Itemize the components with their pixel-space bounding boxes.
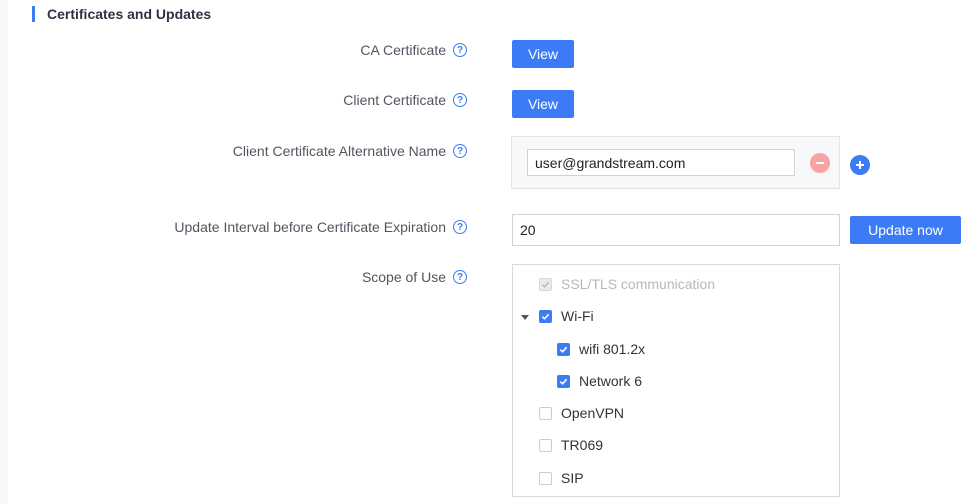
tree-item-ssl-tls: SSL/TLS communication	[539, 276, 715, 292]
tree-item-label: wifi 801.2x	[579, 341, 646, 357]
tree-item-label: TR069	[561, 437, 604, 453]
tree-item-wifi-8021x[interactable]: wifi 801.2x	[557, 341, 645, 357]
ca-certificate-view-button[interactable]: View	[512, 40, 574, 68]
tree-item-label: OpenVPN	[561, 405, 625, 421]
tree-item-label: Network 6	[579, 373, 643, 389]
update-interval-input[interactable]	[512, 214, 840, 246]
alt-name-input[interactable]	[527, 149, 795, 176]
caret-down-icon[interactable]	[521, 315, 529, 320]
network-6-checkbox[interactable]	[557, 374, 570, 388]
tree-item-label: SSL/TLS communication	[561, 276, 716, 292]
tr069-checkbox[interactable]	[539, 438, 552, 452]
wifi-checkbox[interactable]	[539, 309, 552, 323]
ca-certificate-label: CA Certificate	[360, 42, 446, 58]
update-interval-label: Update Interval before Certificate Expir…	[174, 219, 446, 235]
tree-item-openvpn[interactable]: OpenVPN	[539, 405, 624, 421]
client-certificate-label: Client Certificate	[343, 92, 446, 108]
update-now-button[interactable]: Update now	[850, 216, 961, 244]
plus-circle-icon[interactable]	[850, 155, 870, 175]
tree-item-sip[interactable]: SIP	[539, 470, 584, 486]
tree-item-label: Wi-Fi	[561, 308, 594, 324]
alt-name-row: Client Certificate Alternative Name ?	[0, 143, 467, 163]
tree-item-wifi[interactable]: Wi-Fi	[539, 308, 594, 324]
client-certificate-view-button[interactable]: View	[512, 90, 574, 118]
client-certificate-row: Client Certificate ?	[0, 92, 467, 112]
scope-row: Scope of Use ?	[0, 269, 467, 289]
question-circle-icon[interactable]: ?	[453, 43, 467, 57]
sip-checkbox[interactable]	[539, 471, 552, 485]
scope-label: Scope of Use	[361, 269, 446, 285]
wifi-8021x-checkbox[interactable]	[557, 342, 570, 356]
tree-item-label: SIP	[561, 470, 584, 486]
ca-certificate-row: CA Certificate ?	[0, 42, 467, 62]
check-icon	[559, 346, 568, 353]
question-circle-icon[interactable]: ?	[453, 270, 467, 284]
ssl-tls-checkbox	[539, 277, 552, 291]
question-circle-icon[interactable]: ?	[453, 220, 467, 234]
update-interval-row: Update Interval before Certificate Expir…	[0, 219, 467, 239]
section-title: Certificates and Updates	[32, 6, 211, 22]
question-circle-icon[interactable]: ?	[453, 93, 467, 107]
openvpn-checkbox[interactable]	[539, 406, 552, 420]
check-icon	[559, 378, 568, 385]
question-circle-icon[interactable]: ?	[453, 144, 467, 158]
tree-item-tr069[interactable]: TR069	[539, 437, 603, 453]
check-icon	[541, 313, 550, 320]
scope-tree: SSL/TLS communication Wi-Fi wifi 801.2x …	[512, 264, 840, 497]
tree-item-network-6[interactable]: Network 6	[557, 373, 642, 389]
alt-name-label: Client Certificate Alternative Name	[232, 143, 446, 159]
minus-circle-icon[interactable]	[810, 153, 830, 173]
check-icon	[541, 281, 550, 288]
